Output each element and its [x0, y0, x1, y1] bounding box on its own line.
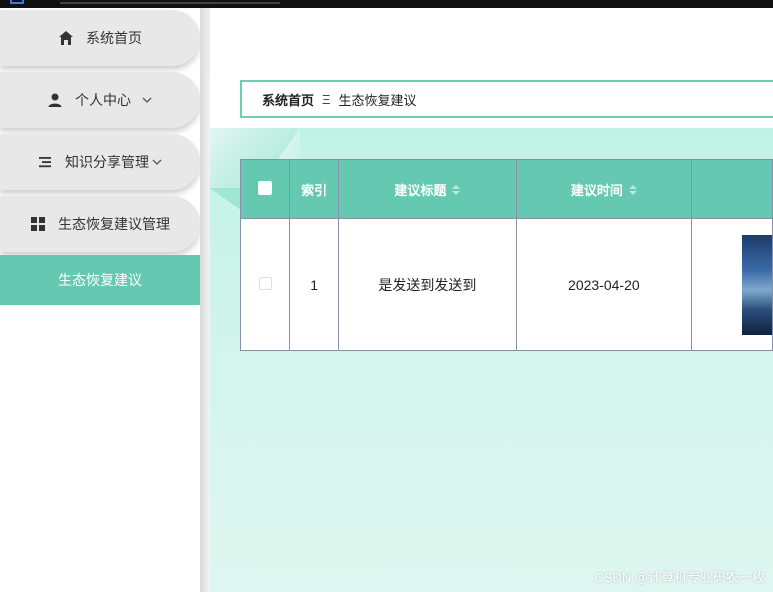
- sidebar-item-label: 生态恢复建议管理: [58, 216, 170, 232]
- home-icon: [58, 30, 74, 46]
- breadcrumb: 系统首页 Ξ 生态恢复建议: [240, 80, 773, 118]
- row-image-cell: [690, 218, 773, 351]
- column-header-index: 索引: [289, 159, 340, 219]
- row-index: 1: [289, 218, 340, 351]
- column-header-image: [690, 159, 773, 219]
- sidebar-item-home[interactable]: 系统首页: [0, 10, 200, 66]
- sort-icon[interactable]: [452, 185, 461, 197]
- sidebar-item-label: 系统首页: [86, 30, 142, 46]
- window-icon: [10, 0, 24, 4]
- chevron-down-icon: [151, 156, 163, 168]
- row-checkbox[interactable]: [258, 276, 272, 290]
- row-title: 是发送到发送到: [338, 218, 517, 351]
- chevron-down-icon: [141, 94, 153, 106]
- column-header-time[interactable]: 建议时间: [515, 159, 692, 219]
- column-header-title[interactable]: 建议标题: [338, 159, 517, 219]
- breadcrumb-separator: Ξ: [322, 91, 331, 107]
- breadcrumb-current: 生态恢复建议: [338, 92, 417, 108]
- sidebar-subitem-eco-advice[interactable]: 生态恢复建议: [0, 255, 200, 305]
- sidebar-item-eco-advice-manage[interactable]: 生态恢复建议管理: [0, 196, 200, 252]
- breadcrumb-home[interactable]: 系统首页: [262, 90, 314, 109]
- sidebar-item-personal-center[interactable]: 个人中心: [0, 72, 200, 128]
- select-all-cell: [239, 159, 291, 219]
- watermark: CSDN @计算机专业码农一枚: [594, 570, 765, 585]
- row-thumbnail-image[interactable]: [741, 234, 772, 335]
- user-icon: [47, 92, 63, 108]
- list-icon: [37, 154, 53, 170]
- table-header-row: 索引 建议标题 建议时间: [239, 159, 773, 219]
- row-select-cell: [239, 218, 291, 351]
- sidebar-item-label: 知识分享管理: [65, 154, 149, 170]
- sidebar-item-knowledge-share[interactable]: 知识分享管理: [0, 134, 200, 190]
- table-row: 1 是发送到发送到 2023-04-20: [239, 218, 773, 351]
- sidebar-item-label: 个人中心: [75, 92, 131, 108]
- grid-icon: [30, 216, 46, 232]
- title-bar-strip: [60, 2, 280, 4]
- select-all-checkbox[interactable]: [258, 180, 273, 195]
- row-time: 2023-04-20: [515, 218, 692, 351]
- browser-top-bar: [0, 0, 773, 8]
- sort-icon[interactable]: [628, 185, 637, 197]
- sidebar-divider: [200, 8, 210, 592]
- data-table: 索引 建议标题 建议时间 1 是发送到发送到 2023-04-20: [239, 159, 773, 351]
- top-header: [210, 8, 773, 70]
